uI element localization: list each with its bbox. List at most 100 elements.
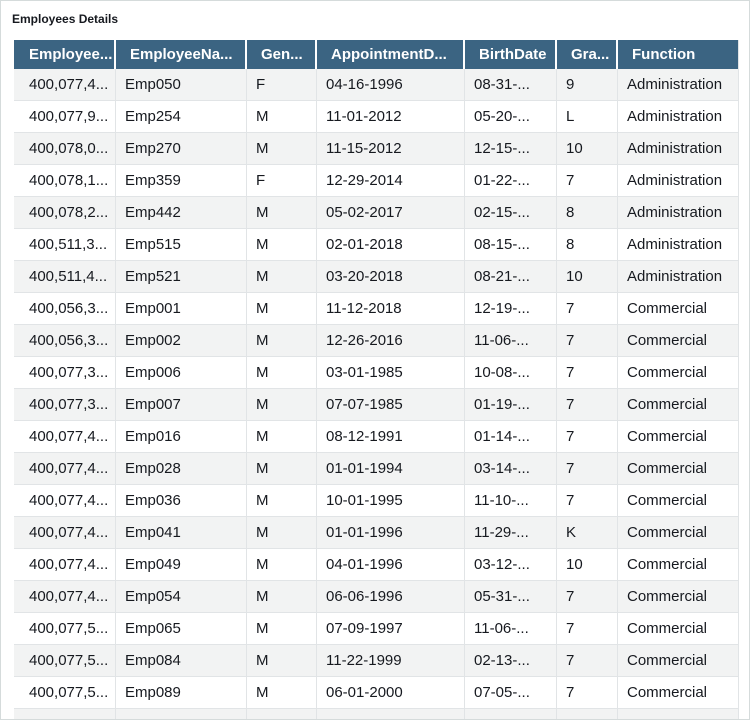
employees-table-container[interactable]: Employee... EmployeeNa... Gen... Appointmen…	[14, 40, 739, 719]
cell-function: Administration	[618, 197, 739, 229]
cell-appointment-date: 06-01-2000	[317, 677, 465, 709]
cell-employee-name: Emp359	[116, 165, 247, 197]
cell-function: Administration	[618, 165, 739, 197]
column-header-appointment-date[interactable]: AppointmentD...	[317, 40, 465, 69]
cell-grade: 7	[557, 389, 618, 421]
cell-grade: 10	[557, 549, 618, 581]
cell-employee-name: Emp084	[116, 645, 247, 677]
table-row[interactable]: 400,078,2... Emp442 M 05-02-2017 02-15-... 8 A…	[14, 197, 739, 229]
table-row[interactable]: 400,077,4... Emp050 F 04-16-1996 08-31-... 9 A…	[14, 69, 739, 101]
cell-function: Commercial	[618, 421, 739, 453]
table-row[interactable]: 400,078,1... Emp359 F 12-29-2014 01-22-... 7 A…	[14, 165, 739, 197]
cell-appointment-date: 10-01-1995	[317, 485, 465, 517]
cell-function: Commercial	[618, 645, 739, 677]
table-row[interactable]: 400,077,4... Emp016 M 08-12-1991 01-14-... 7 C…	[14, 421, 739, 453]
cell-birth-date: 01-19-...	[465, 389, 557, 421]
table-row[interactable]: 400,511,3... Emp515 M 02-01-2018 08-15-... 8 A…	[14, 229, 739, 261]
table-row[interactable]: 400,077,4... Emp054 M 06-06-1996 05-31-... 7 C…	[14, 581, 739, 613]
table-row[interactable]: 400,077,5... Emp065 M 07-09-1997 11-06-... 7 C…	[14, 613, 739, 645]
cell-birth-date: 10-08-...	[465, 357, 557, 389]
panel-title: Employees Details	[12, 12, 119, 26]
table-row[interactable]: 400,511,4... Emp521 M 03-20-2018 08-21-... 10…	[14, 261, 739, 293]
column-header-gender[interactable]: Gen...	[247, 40, 317, 69]
cell-employee-name: Emp089	[116, 677, 247, 709]
cell-gender: M	[247, 485, 317, 517]
cell-appointment-date: 11-15-2012	[317, 133, 465, 165]
table-row[interactable]: 400,077,4... Emp041 M 01-01-1996 11-29-... K C…	[14, 517, 739, 549]
cell-employee-id: 400,077,4...	[14, 485, 116, 517]
table-row[interactable]: 400,077,3... Emp007 M 07-07-1985 01-19-... 7 C…	[14, 389, 739, 421]
cell-employee-name: Emp270	[116, 133, 247, 165]
employees-table: Employee... EmployeeNa... Gen... Appointmen…	[14, 40, 739, 719]
cell-function: Commercial	[618, 581, 739, 613]
column-header-grade[interactable]: Gra...	[557, 40, 618, 69]
cell-grade: 10	[557, 261, 618, 293]
cell-birth-date: 03-12-...	[465, 549, 557, 581]
cell-grade: 7	[557, 485, 618, 517]
cell-gender: M	[247, 677, 317, 709]
cell-function: Commercial	[618, 613, 739, 645]
table-row[interactable]: 400,077,5... Emp089 M 06-01-2000 07-05-... 7 C…	[14, 677, 739, 709]
cell-employee-name: Emp001	[116, 293, 247, 325]
column-header-function[interactable]: Function	[618, 40, 739, 69]
cell-gender	[247, 709, 317, 719]
table-row[interactable]	[14, 709, 739, 719]
cell-function: Commercial	[618, 677, 739, 709]
table-row[interactable]: 400,077,9... Emp254 M 11-01-2012 05-20-... L A…	[14, 101, 739, 133]
cell-employee-id: 400,511,4...	[14, 261, 116, 293]
cell-gender: M	[247, 613, 317, 645]
cell-employee-id: 400,077,5...	[14, 677, 116, 709]
cell-employee-name: Emp065	[116, 613, 247, 645]
cell-grade: 7	[557, 293, 618, 325]
cell-appointment-date: 07-07-1985	[317, 389, 465, 421]
cell-employee-id: 400,077,9...	[14, 101, 116, 133]
cell-birth-date: 11-06-...	[465, 325, 557, 357]
cell-grade: 7	[557, 357, 618, 389]
cell-employee-id: 400,077,4...	[14, 517, 116, 549]
cell-appointment-date: 12-26-2016	[317, 325, 465, 357]
cell-gender: F	[247, 165, 317, 197]
cell-gender: M	[247, 197, 317, 229]
cell-gender: M	[247, 133, 317, 165]
cell-birth-date: 11-06-...	[465, 613, 557, 645]
cell-appointment-date: 03-20-2018	[317, 261, 465, 293]
cell-gender: F	[247, 69, 317, 101]
cell-function: Administration	[618, 229, 739, 261]
cell-employee-id: 400,511,3...	[14, 229, 116, 261]
table-row[interactable]: 400,077,4... Emp049 M 04-01-1996 03-12-... 10…	[14, 549, 739, 581]
cell-gender: M	[247, 261, 317, 293]
cell-employee-id: 400,077,4...	[14, 549, 116, 581]
table-row[interactable]: 400,077,3... Emp006 M 03-01-1985 10-08-... 7 C…	[14, 357, 739, 389]
cell-birth-date: 11-29-...	[465, 517, 557, 549]
cell-employee-id: 400,078,1...	[14, 165, 116, 197]
cell-birth-date: 05-20-...	[465, 101, 557, 133]
table-row[interactable]: 400,077,4... Emp036 M 10-01-1995 11-10-... 7 C…	[14, 485, 739, 517]
cell-birth-date: 07-05-...	[465, 677, 557, 709]
cell-function	[618, 709, 739, 719]
table-header-row: Employee... EmployeeNa... Gen... Appointmen…	[14, 40, 739, 69]
column-header-birth-date[interactable]: BirthDate	[465, 40, 557, 69]
cell-grade	[557, 709, 618, 719]
table-body: 400,077,4... Emp050 F 04-16-1996 08-31-... 9 A…	[14, 69, 739, 719]
cell-grade: 7	[557, 645, 618, 677]
table-row[interactable]: 400,077,4... Emp028 M 01-01-1994 03-14-... 7 C…	[14, 453, 739, 485]
cell-birth-date: 12-19-...	[465, 293, 557, 325]
cell-grade: 7	[557, 165, 618, 197]
cell-function: Administration	[618, 69, 739, 101]
table-row[interactable]: 400,056,3... Emp002 M 12-26-2016 11-06-... 7 C…	[14, 325, 739, 357]
table-row[interactable]: 400,077,5... Emp084 M 11-22-1999 02-13-... 7 C…	[14, 645, 739, 677]
cell-employee-name: Emp054	[116, 581, 247, 613]
cell-birth-date: 08-21-...	[465, 261, 557, 293]
table-row[interactable]: 400,078,0... Emp270 M 11-15-2012 12-15-... 10…	[14, 133, 739, 165]
cell-appointment-date: 04-16-1996	[317, 69, 465, 101]
cell-employee-name	[116, 709, 247, 719]
cell-function: Commercial	[618, 389, 739, 421]
column-header-employee-id[interactable]: Employee...	[14, 40, 116, 69]
cell-employee-id: 400,078,2...	[14, 197, 116, 229]
cell-birth-date: 01-14-...	[465, 421, 557, 453]
cell-grade: 9	[557, 69, 618, 101]
column-header-employee-name[interactable]: EmployeeNa...	[116, 40, 247, 69]
cell-appointment-date: 08-12-1991	[317, 421, 465, 453]
cell-function: Commercial	[618, 517, 739, 549]
table-row[interactable]: 400,056,3... Emp001 M 11-12-2018 12-19-... 7 C…	[14, 293, 739, 325]
